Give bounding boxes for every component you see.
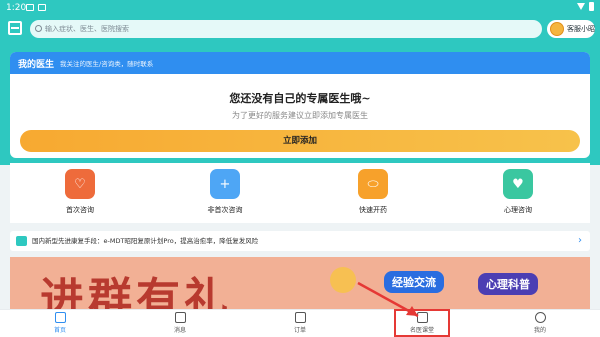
annotation-arrow <box>357 281 419 318</box>
